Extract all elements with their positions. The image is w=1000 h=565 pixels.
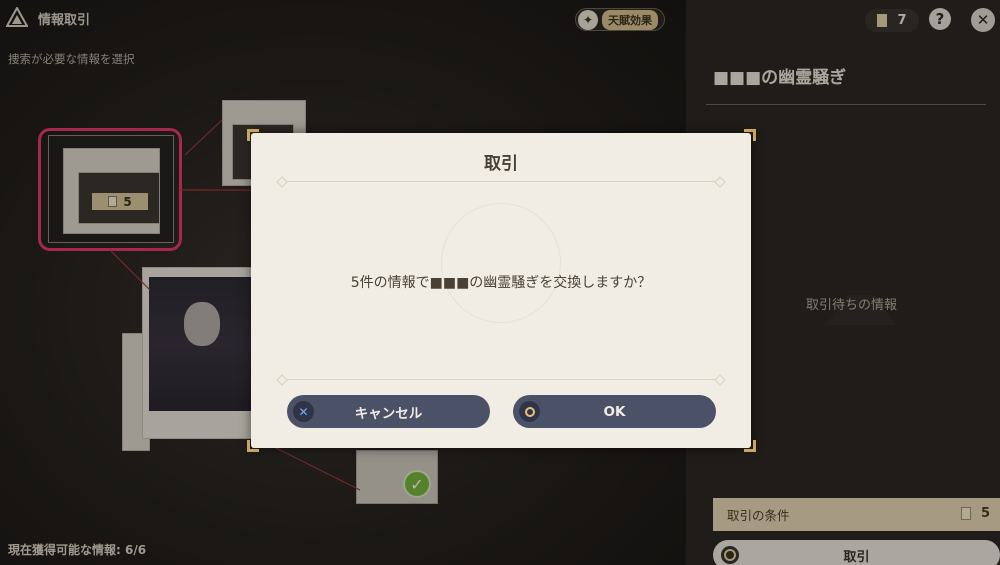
cross-icon: ✕ xyxy=(293,401,314,422)
ok-button[interactable]: OK xyxy=(513,395,716,428)
dialog-corner-ornament xyxy=(744,440,756,452)
dialog-message: 5件の情報で■■■の幽霊騒ぎを交換しますか？ xyxy=(350,275,652,291)
dialog-corner-ornament xyxy=(247,129,259,141)
emblem-watermark xyxy=(441,203,561,323)
divider xyxy=(281,181,721,182)
trade-confirm-dialog: 取引 5件の情報で■■■の幽霊騒ぎを交換しますか？ ✕ キャンセル OK xyxy=(251,133,751,448)
divider xyxy=(281,379,721,380)
dialog-corner-ornament xyxy=(247,440,259,452)
cancel-button-label: キャンセル xyxy=(354,405,423,422)
cancel-button[interactable]: ✕ キャンセル xyxy=(287,395,490,428)
ok-button-label: OK xyxy=(603,403,626,420)
circle-icon xyxy=(519,401,540,422)
dialog-title: 取引 xyxy=(484,154,518,174)
dialog-corner-ornament xyxy=(744,129,756,141)
